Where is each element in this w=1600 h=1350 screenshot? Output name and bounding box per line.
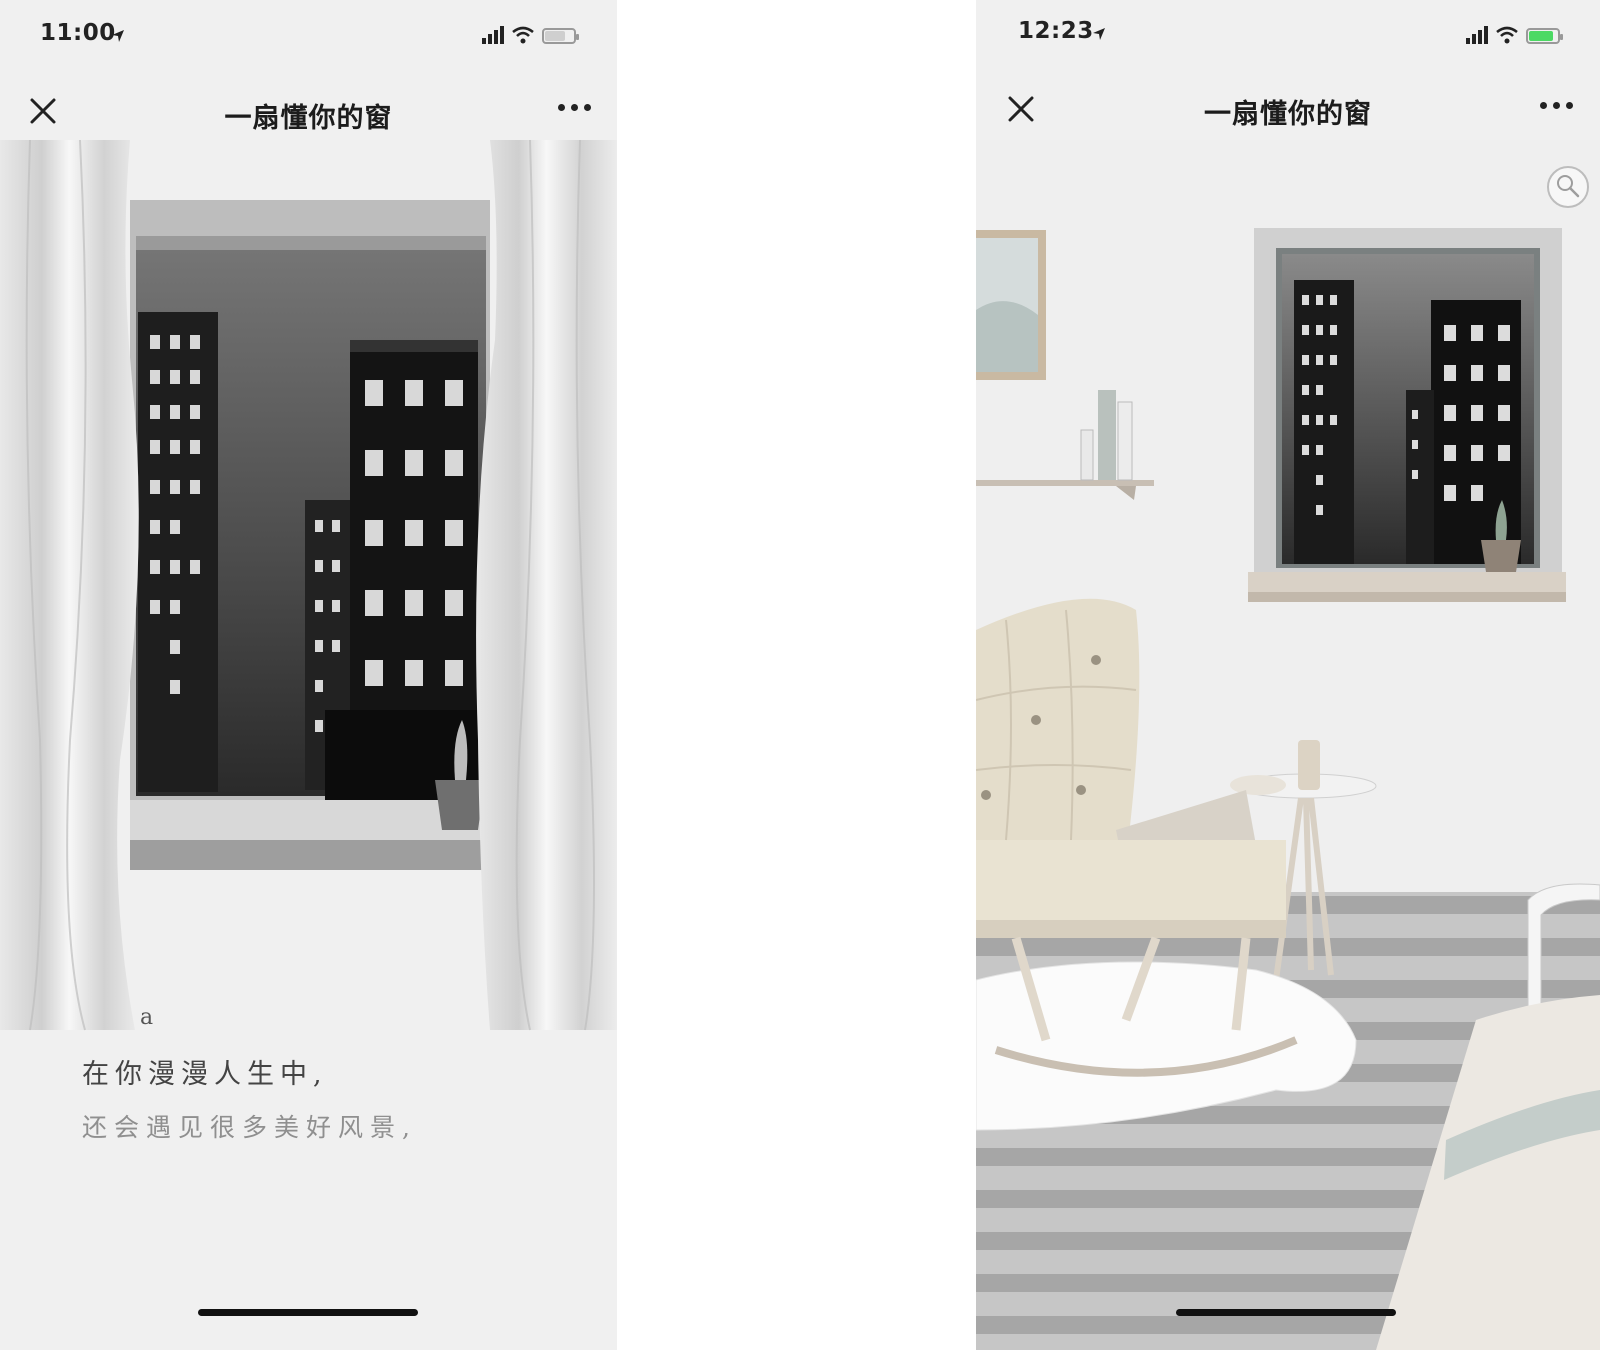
wifi-icon [1496, 26, 1518, 44]
status-time: 11:00 [40, 20, 116, 46]
room-illustration [976, 140, 1600, 1350]
more-icon[interactable] [1540, 102, 1573, 109]
home-indicator[interactable] [198, 1309, 418, 1316]
status-bar: 12:23 [976, 0, 1600, 80]
signal-bars-icon [1466, 26, 1488, 44]
magnifier-icon[interactable] [1546, 165, 1590, 209]
phone-screen-right: 12:23 一扇懂你的窗 [976, 0, 1600, 1350]
status-bar: 11:00 [0, 0, 617, 80]
text-line-2: 还会遇见很多美好风景, [82, 1113, 417, 1142]
location-arrow-icon [112, 30, 124, 42]
text-line-a: a [140, 1005, 154, 1030]
wifi-icon [512, 26, 534, 44]
home-indicator[interactable] [1176, 1309, 1396, 1316]
page-title: 一扇懂你的窗 [1204, 99, 1372, 130]
battery-charging-icon [1526, 28, 1563, 44]
room-scene [976, 140, 1600, 1350]
location-arrow-icon [1093, 28, 1105, 40]
status-icons [482, 26, 579, 44]
more-icon[interactable] [558, 104, 591, 111]
nav-bar: 一扇懂你的窗 [976, 80, 1600, 144]
battery-charging-icon [542, 28, 579, 44]
status-time: 12:23 [1018, 18, 1094, 44]
text-line-1: 在你漫漫人生中, [82, 1059, 328, 1090]
signal-bars-icon [482, 26, 504, 44]
phone-screen-left: 11:00 一扇懂你的窗 a 在你漫漫人生中, 还会遇见很多美好风景, [0, 0, 617, 1350]
curtain-window-illustration [0, 139, 617, 1350]
page-title: 一扇懂你的窗 [224, 103, 393, 134]
status-icons [1466, 26, 1563, 44]
window-scene [0, 139, 617, 1350]
nav-bar: 一扇懂你的窗 [0, 80, 617, 144]
